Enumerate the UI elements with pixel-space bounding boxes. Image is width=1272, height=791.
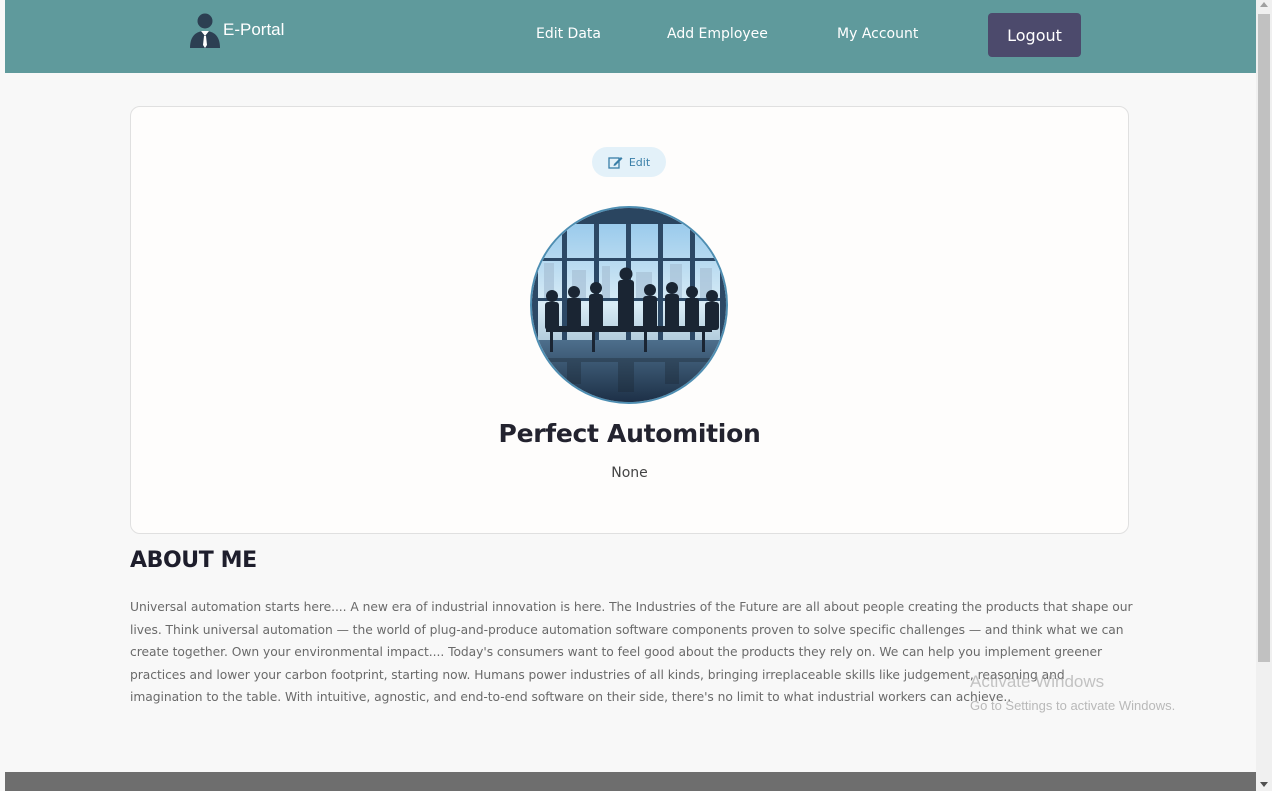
brand-name: E-Portal [223, 20, 285, 39]
profile-name: Perfect Automition [498, 419, 761, 448]
nav-edit-data-link[interactable]: Edit Data [536, 26, 601, 42]
footer-bar [5, 772, 1256, 791]
top-navbar: E-Portal Edit Data Add Employee My Accou… [5, 0, 1256, 73]
logout-button[interactable]: Logout [988, 13, 1081, 57]
activate-windows-title: Activate Windows [970, 672, 1105, 691]
profile-avatar [530, 206, 728, 404]
activate-windows-subtitle: Go to Settings to activate Windows. [970, 698, 1176, 713]
meeting-silhouette-photo [532, 208, 726, 402]
about-text: Universal automation starts here.... A n… [130, 600, 1133, 705]
brand[interactable]: E-Portal [188, 12, 284, 48]
edit-square-icon [608, 156, 623, 169]
nav-add-employee-link[interactable]: Add Employee [667, 26, 768, 42]
businessman-icon [190, 13, 220, 48]
edit-label: Edit [628, 155, 651, 169]
nav-my-account-link[interactable]: My Account [837, 26, 918, 42]
vertical-scrollbar[interactable] [1256, 0, 1272, 791]
scroll-up-arrow-icon[interactable] [1260, 2, 1268, 7]
profile-card: Edit Perfect Automition None [130, 106, 1129, 534]
about-heading: ABOUT ME [130, 548, 257, 573]
scroll-down-arrow-icon[interactable] [1260, 782, 1268, 787]
edit-profile-button[interactable]: Edit [592, 147, 666, 177]
profile-role: None [611, 465, 648, 481]
scrollbar-thumb[interactable] [1258, 14, 1270, 662]
